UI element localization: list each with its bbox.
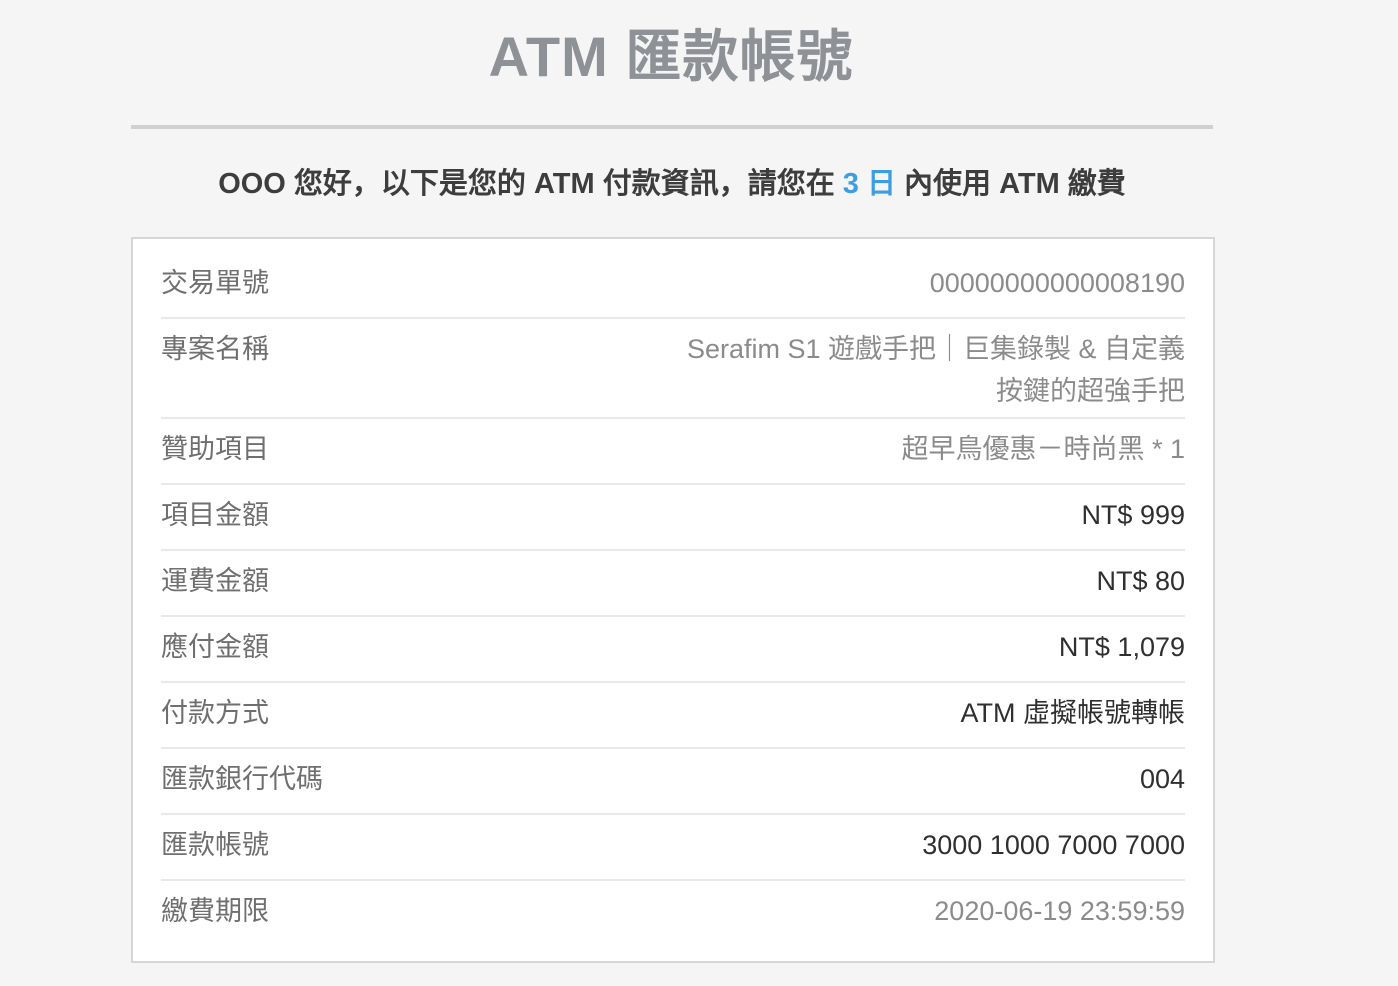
project-name-value: Serafim S1 遊戲手把｜巨集錄製 & 自定義按鍵的超強手把 — [686, 334, 1185, 406]
greeting-prefix: OOO 您好，以下是您的 ATM 付款資訊，請您在 — [218, 168, 843, 200]
payment-days: 3 日 — [842, 168, 896, 200]
amount-due-label: 應付金額 — [161, 632, 269, 662]
item-amount-label: 項目金額 — [161, 500, 269, 530]
account-no-value: 3000 1000 7000 7000 — [922, 830, 1185, 860]
transaction-no-value: 00000000000008190 — [929, 268, 1185, 298]
item-amount-value: NT$ 999 — [1081, 500, 1185, 530]
sponsor-item-value: 超早鳥優惠－時尚黑 * 1 — [901, 434, 1185, 464]
atm-payment-page: ATM 匯款帳號 OOO 您好，以下是您的 ATM 付款資訊，請您在 3 日 內… — [0, 0, 1398, 986]
transaction-no-label: 交易單號 — [161, 268, 269, 298]
row-bank-code: 匯款銀行代碼 004 — [161, 749, 1185, 815]
row-payment-method: 付款方式 ATM 虛擬帳號轉帳 — [161, 683, 1185, 749]
bank-code-value: 004 — [1139, 764, 1185, 794]
page-title: ATM 匯款帳號 — [488, 25, 854, 88]
sponsor-item-label: 贊助項目 — [161, 434, 269, 464]
row-project-name: 專案名稱 Serafim S1 遊戲手把｜巨集錄製 & 自定義按鍵的超強手把 — [161, 319, 1185, 419]
payment-deadline-value: 2020-06-19 23:59:59 — [934, 896, 1185, 926]
row-account-no: 匯款帳號 3000 1000 7000 7000 — [161, 815, 1185, 881]
account-no-label: 匯款帳號 — [161, 830, 269, 860]
payment-method-label: 付款方式 — [161, 698, 269, 728]
payment-method-value: ATM 虛擬帳號轉帳 — [960, 698, 1186, 728]
title-divider — [131, 125, 1213, 129]
row-transaction-no: 交易單號 00000000000008190 — [161, 253, 1185, 319]
row-shipping-fee: 運費金額 NT$ 80 — [161, 551, 1185, 617]
amount-due-value: NT$ 1,079 — [1058, 632, 1185, 662]
row-item-amount: 項目金額 NT$ 999 — [161, 485, 1185, 551]
row-payment-deadline: 繳費期限 2020-06-19 23:59:59 — [161, 881, 1185, 947]
greeting-suffix: 內使用 ATM 繳費 — [895, 168, 1126, 200]
payment-deadline-label: 繳費期限 — [161, 896, 269, 926]
bank-code-label: 匯款銀行代碼 — [161, 764, 323, 794]
shipping-fee-value: NT$ 80 — [1096, 566, 1185, 596]
project-name-label: 專案名稱 — [161, 334, 269, 364]
greeting-message: OOO 您好，以下是您的 ATM 付款資訊，請您在 3 日 內使用 ATM 繳費 — [131, 162, 1213, 206]
row-sponsor-item: 贊助項目 超早鳥優惠－時尚黑 * 1 — [161, 419, 1185, 485]
row-amount-due: 應付金額 NT$ 1,079 — [161, 617, 1185, 683]
shipping-fee-label: 運費金額 — [161, 566, 269, 596]
payment-info-card: 交易單號 00000000000008190 專案名稱 Serafim S1 遊… — [131, 237, 1215, 963]
payment-info-list: 交易單號 00000000000008190 專案名稱 Serafim S1 遊… — [161, 253, 1185, 947]
